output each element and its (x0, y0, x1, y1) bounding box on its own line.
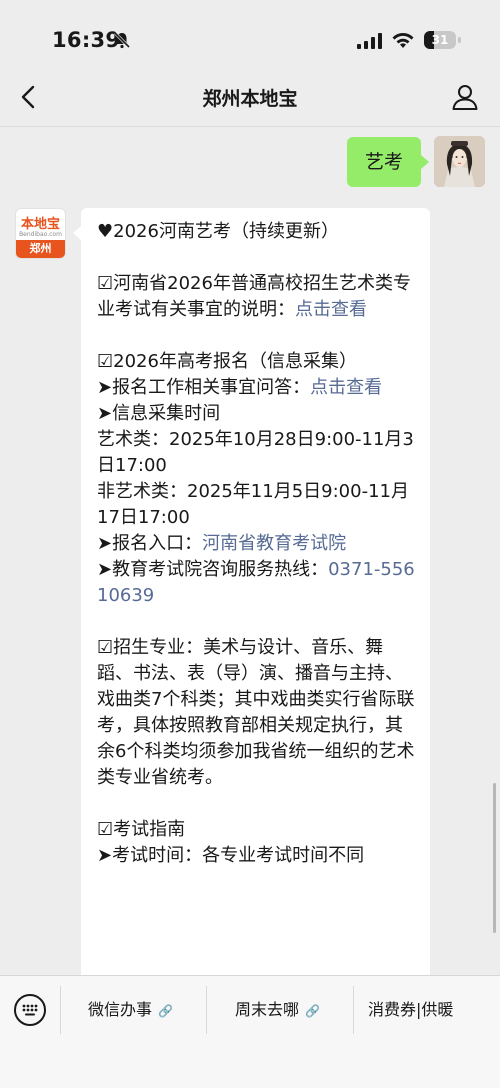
hotline-text: ➤教育考试院咨询服务热线： (97, 559, 329, 580)
bottom-menu-bar: 微信办事 🔗 周末去哪 🔗 消费券|供暖 (0, 975, 500, 1088)
battery-level: 31 (431, 33, 449, 47)
menu-item-coupon-heating[interactable]: 消费券|供暖 (368, 976, 453, 1044)
majors-text: ☑招生专业：美术与设计、音乐、舞蹈、书法、表（导）演、播音与主持、戏曲类7个科类… (97, 637, 415, 788)
user-message-bubble[interactable]: 艺考 (347, 137, 430, 187)
art-collection-time: 艺术类：2025年10月28日9:00-11月3日17:00 (97, 429, 414, 476)
link-icon: 🔗 (305, 1004, 320, 1018)
bot-avatar[interactable]: 本地宝 Bendibao.com 郑州 (15, 208, 66, 259)
bot-logo-city: 郑州 (16, 240, 65, 258)
mute-bell-icon (113, 31, 131, 49)
profile-icon[interactable] (450, 82, 480, 112)
exam-guide-title: ☑考试指南 (97, 819, 186, 840)
menu-item-wechat-service[interactable]: 微信办事 🔗 (88, 976, 173, 1044)
scrollbar[interactable] (493, 783, 496, 933)
nonart-collection-time: 非艺术类：2025年11月5日9:00-11月17日17:00 (97, 481, 409, 528)
status-time: 16:39 (52, 28, 121, 52)
message-heading: ♥2026河南艺考（持续更新） (97, 221, 339, 242)
bot-message-bubble: ♥2026河南艺考（持续更新） ☑河南省2026年普通高校招生艺术类专业考试有关… (73, 208, 430, 1088)
message-body: ♥2026河南艺考（持续更新） ☑河南省2026年普通高校招生艺术类专业考试有关… (97, 219, 417, 869)
status-bar: 16:39 31 (0, 0, 500, 80)
menu-item-label: 微信办事 (88, 1000, 153, 1019)
registration-entry-text: ➤报名入口： (97, 533, 203, 554)
menu-item-label: 周末去哪 (235, 1000, 300, 1019)
menu-item-label: 消费券|供暖 (368, 1000, 454, 1019)
nav-bar: 郑州本地宝 (0, 70, 500, 127)
wifi-icon (392, 33, 414, 48)
page-title: 郑州本地宝 (202, 88, 298, 110)
menu-item-weekend[interactable]: 周末去哪 🔗 (235, 976, 320, 1044)
link-icon: 🔗 (158, 1004, 173, 1018)
signal-icon (357, 33, 382, 49)
bot-logo-text: 本地宝 (20, 217, 60, 232)
battery-icon: 31 (424, 31, 456, 49)
registration-entry-link[interactable]: 河南省教育考试院 (202, 533, 346, 554)
bot-logo-sub: Bendibao.com (19, 231, 62, 238)
registration-title: ☑2026年高考报名（信息采集） (97, 351, 357, 372)
registration-qa-text: ➤报名工作相关事宜问答： (97, 377, 311, 398)
keyboard-toggle-icon[interactable] (14, 994, 46, 1026)
registration-qa-link[interactable]: 点击查看 (310, 377, 382, 398)
exam-time-text: ➤考试时间：各专业考试时间不同 (97, 845, 365, 866)
exam-notice-link[interactable]: 点击查看 (295, 299, 367, 320)
collection-time-title: ➤信息采集时间 (97, 403, 221, 424)
user-avatar[interactable] (434, 136, 485, 187)
